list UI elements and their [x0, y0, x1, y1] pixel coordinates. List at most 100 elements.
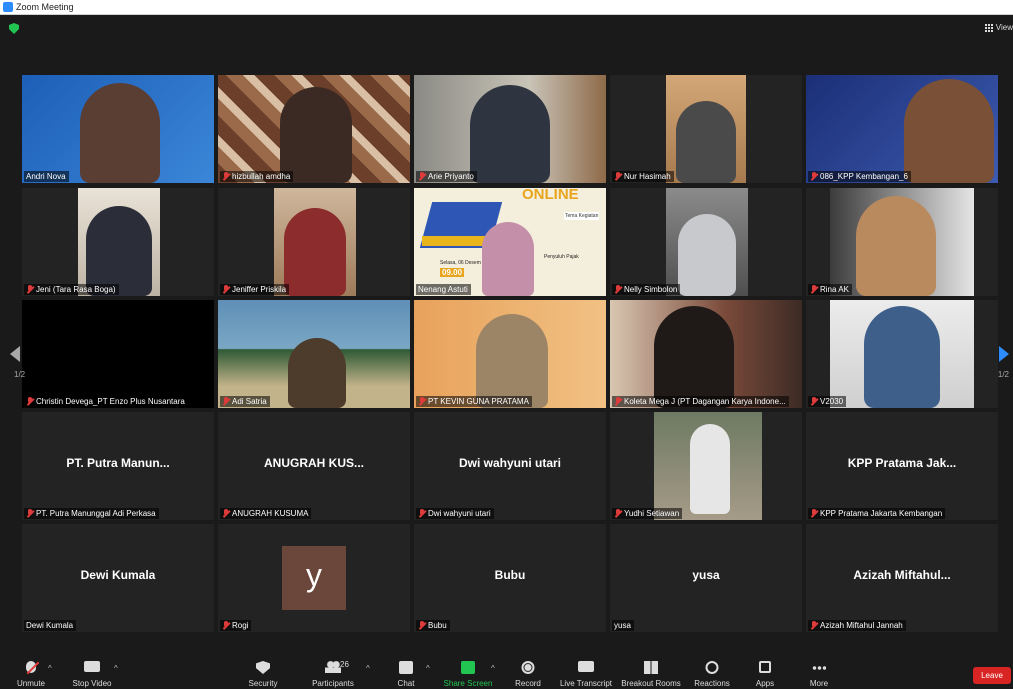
video-feed	[22, 300, 214, 408]
video-tile[interactable]: Andri Nova	[22, 75, 214, 183]
more-button[interactable]: More	[791, 659, 847, 689]
mic-muted-icon	[418, 397, 426, 406]
video-tile[interactable]: PT. Putra Manun... PT. Putra Manunggal A…	[22, 412, 214, 520]
video-tile[interactable]: Nur Hasimah	[610, 75, 802, 183]
mic-muted-icon	[222, 285, 230, 294]
participant-name-label: Nenang Astuti	[416, 284, 471, 295]
breakout-rooms-button[interactable]: Breakout Rooms	[621, 659, 681, 689]
mic-muted-icon	[810, 172, 818, 181]
security-shield-icon[interactable]	[9, 23, 19, 34]
participant-display-name: ANUGRAH KUS...	[263, 456, 364, 470]
poster-topic-label: Tema Kegiatan	[564, 212, 600, 220]
apps-icon	[759, 661, 771, 673]
participant-name-label: Dwi wahyuni utari	[416, 508, 494, 519]
participant-name-label: Adi Satria	[220, 396, 270, 407]
more-dots-icon	[812, 666, 826, 670]
meeting-toolbar: Unmute ^ Stop Video ^ Security 26 Partic…	[0, 656, 1013, 689]
participant-silhouette	[482, 222, 534, 296]
poster-time: 09.00	[440, 268, 465, 277]
stop-video-button[interactable]: Stop Video	[64, 659, 120, 689]
participant-name-label: Azizah Miftahul Jannah	[808, 620, 906, 631]
mic-muted-icon	[418, 621, 426, 630]
video-tile[interactable]: Arie Priyanto	[414, 75, 606, 183]
mic-muted-icon	[222, 621, 230, 630]
avatar: y	[282, 546, 346, 610]
participant-name-label: V2030	[808, 396, 847, 407]
participant-silhouette	[654, 306, 734, 408]
participant-display-name: Dewi Kumala	[80, 568, 156, 582]
participant-name-label: Arie Priyanto	[416, 171, 477, 182]
video-tile[interactable]: Azizah Miftahul... Azizah Miftahul Janna…	[806, 524, 998, 632]
mic-muted-icon	[418, 172, 426, 181]
live-transcript-button[interactable]: Live Transcript	[558, 659, 614, 689]
participants-icon	[325, 661, 341, 673]
video-tile[interactable]: PT KEVIN GUNA PRATAMA	[414, 300, 606, 408]
participant-silhouette	[80, 83, 160, 183]
participant-name-label: Nur Hasimah	[612, 171, 674, 182]
video-tile[interactable]: y Rogi	[218, 524, 410, 632]
mic-muted-icon	[614, 509, 622, 518]
mic-muted-icon	[222, 172, 230, 181]
participant-name-label: Yudhi Setiawan	[612, 508, 683, 519]
video-tile[interactable]: 086_KPP Kembangan_6	[806, 75, 998, 183]
video-tile[interactable]: Rina AK	[806, 188, 998, 296]
video-tile[interactable]: V2030	[806, 300, 998, 408]
video-tile[interactable]: ANUGRAH KUS... ANUGRAH KUSUMA	[218, 412, 410, 520]
mic-muted-icon	[26, 397, 34, 406]
page-indicator-right: 1/2	[997, 370, 1009, 379]
participant-display-name: Azizah Miftahul...	[853, 568, 951, 582]
leave-button[interactable]: Leave	[973, 667, 1011, 684]
video-tile[interactable]: KPP Pratama Jak... KPP Pratama Jakarta K…	[806, 412, 998, 520]
stop-video-label: Stop Video	[72, 679, 112, 688]
video-tile[interactable]: Jeni (Tara Rasa Boga)	[22, 188, 214, 296]
mic-muted-icon	[26, 509, 34, 518]
smiley-icon	[705, 661, 719, 674]
video-tile[interactable]: Nelly Simbolon	[610, 188, 802, 296]
shield-icon	[256, 661, 270, 674]
security-button[interactable]: Security	[235, 659, 291, 689]
grid-view-icon	[984, 23, 993, 32]
participant-display-name: PT. Putra Manun...	[66, 456, 170, 470]
cc-icon	[578, 661, 594, 672]
video-tile[interactable]: yusa yusa	[610, 524, 802, 632]
participant-silhouette	[864, 306, 940, 408]
participant-name-label: Jeniffer Priskila	[220, 284, 290, 295]
video-tile[interactable]: Jeniffer Priskila	[218, 188, 410, 296]
video-tile[interactable]: hizbullah amdha	[218, 75, 410, 183]
mic-muted-icon	[810, 509, 818, 518]
video-tile[interactable]: Koleta Mega J (PT Dagangan Karya Indone.…	[610, 300, 802, 408]
video-tile[interactable]: Bubu Bubu	[414, 524, 606, 632]
video-tile[interactable]: ONLINE Tema Kegiatan Selasa, 06 Desem 09…	[414, 188, 606, 296]
view-button[interactable]: View	[984, 23, 1013, 32]
poster-date: Selasa, 06 Desem	[440, 260, 481, 266]
participant-silhouette	[904, 79, 994, 183]
participant-name-label: Rogi	[220, 620, 252, 631]
participant-silhouette	[678, 214, 736, 296]
video-tile[interactable]: Dwi wahyuni utari Dwi wahyuni utari	[414, 412, 606, 520]
record-icon	[521, 661, 535, 674]
participant-name-label: Andri Nova	[24, 171, 69, 182]
video-tile[interactable]: Adi Satria	[218, 300, 410, 408]
mic-muted-icon	[26, 285, 34, 294]
chat-icon	[399, 661, 413, 674]
participant-display-name: KPP Pratama Jak...	[847, 456, 957, 470]
participant-name-label: hizbullah amdha	[220, 171, 294, 182]
zoom-app-icon	[3, 2, 13, 12]
video-tile[interactable]: Dewi Kumala Dewi Kumala	[22, 524, 214, 632]
participants-label: Participants	[312, 679, 354, 688]
video-tile[interactable]: Yudhi Setiawan	[610, 412, 802, 520]
participant-silhouette	[288, 338, 346, 408]
mic-muted-icon	[614, 172, 622, 181]
mic-muted-icon	[614, 285, 622, 294]
participants-button[interactable]: 26 Participants	[305, 659, 361, 689]
breakout-rooms-icon	[644, 661, 658, 674]
participant-name-label: Rina AK	[808, 284, 852, 295]
video-tile[interactable]: Christin Devega_PT Enzo Plus Nusantara	[22, 300, 214, 408]
participant-silhouette	[86, 206, 152, 296]
chevron-left-icon	[10, 346, 20, 362]
participant-name-label: Dewi Kumala	[24, 620, 77, 631]
security-label: Security	[248, 679, 278, 688]
participant-silhouette	[470, 85, 550, 183]
meeting-topbar: View	[0, 15, 1013, 41]
share-screen-button[interactable]: Share Screen	[440, 659, 496, 689]
